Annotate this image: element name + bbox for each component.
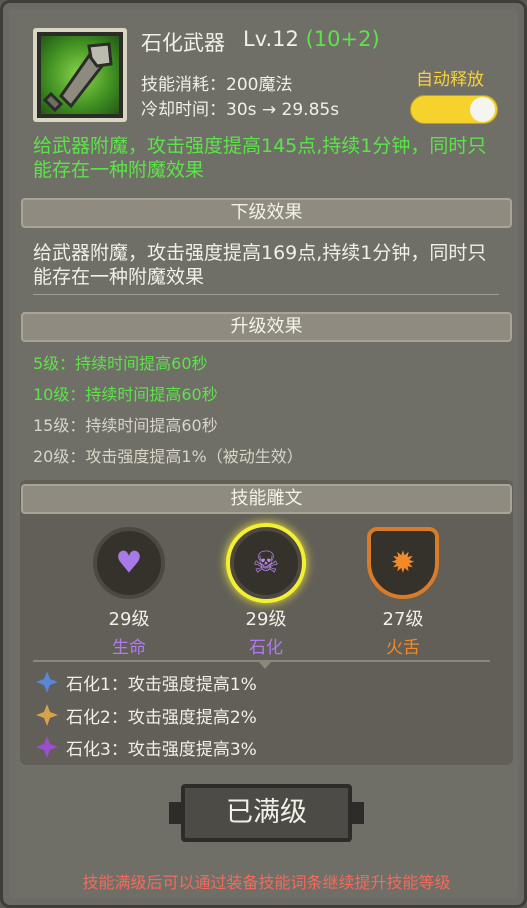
- carving-bonus: 石化1：攻击强度提高1%: [36, 669, 257, 695]
- glyph-badge: ♥: [93, 527, 165, 599]
- skill-cost: 技能消耗：200魔法: [141, 75, 293, 95]
- glyph-name: 火舌: [386, 638, 420, 658]
- upgrade-item: 20级：攻击强度提高1%（被动生效）: [33, 447, 303, 466]
- stone-weapon-icon: [33, 28, 127, 122]
- upgrade-item: 15级：持续时间提高60秒: [33, 416, 218, 435]
- max-level-label: 已满级: [226, 797, 307, 828]
- skill-level: Lv.12 (10+2): [243, 27, 380, 51]
- carving-bonus: 石化2：攻击强度提高2%: [36, 702, 257, 728]
- skill-detail-panel: 石化武器 Lv.12 (10+2) 技能消耗：200魔法 冷却时间：30s → …: [0, 0, 527, 908]
- upgrade-item: 10级：持续时间提高60秒: [33, 385, 218, 404]
- glyph-level: 29级: [108, 609, 150, 630]
- mace-icon: [42, 42, 113, 113]
- skill-level-text: Lv.12: [243, 27, 299, 51]
- carving-bonus-text: 石化3：攻击强度提高3%: [66, 739, 257, 760]
- toggle-knob: [470, 97, 495, 122]
- glyph-name: 生命: [112, 638, 146, 658]
- carving-bonus-text: 石化1：攻击强度提高1%: [66, 674, 257, 695]
- glyph-level: 29级: [245, 609, 287, 630]
- star-icon: [36, 671, 58, 693]
- skill-cooldown: 冷却时间：30s → 29.85s: [141, 100, 340, 120]
- upgrade-item: 5级：持续时间提高60秒: [33, 354, 208, 373]
- footer-note: 技能满级后可以通过装备技能词条继续提升技能等级: [82, 873, 451, 892]
- upgrade-header: 升级效果: [21, 312, 512, 342]
- star-icon: [36, 704, 58, 726]
- next-level-header: 下级效果: [21, 198, 512, 228]
- carving-bonus: 石化3：攻击强度提高3%: [36, 734, 257, 760]
- glyph-life[interactable]: ♥ 29级 生命: [84, 527, 174, 658]
- glyph-level: 27级: [382, 609, 424, 630]
- carving-bonus-text: 石化2：攻击强度提高2%: [66, 707, 257, 728]
- carving-header: 技能雕文: [21, 484, 512, 514]
- glyph-badge: ☠: [230, 527, 302, 599]
- glyph-name: 石化: [249, 638, 283, 658]
- skill-name: 石化武器: [141, 31, 225, 55]
- selection-pointer: [258, 661, 272, 669]
- glyph-fire[interactable]: ✹ 27级 火舌: [358, 527, 448, 658]
- glyph-petrify[interactable]: ☠ 29级 石化: [221, 527, 311, 658]
- current-effect-text: 给武器附魔，攻击强度提高145点,持续1分钟，同时只能存在一种附魔效果: [33, 135, 487, 181]
- flame-icon: ✹: [390, 545, 416, 581]
- divider: [33, 294, 499, 295]
- max-level-button[interactable]: 已满级: [169, 784, 364, 842]
- auto-cast-label: 自动释放: [416, 70, 484, 90]
- skill-level-bonus: (10+2): [305, 27, 380, 51]
- glyph-badge: ✹: [367, 527, 439, 599]
- icon-glow: [41, 36, 119, 114]
- button-right-ornament: [350, 802, 364, 824]
- button-left-ornament: [169, 802, 183, 824]
- next-level-text: 给武器附魔，攻击强度提高169点,持续1分钟，同时只能存在一种附魔效果: [33, 242, 487, 288]
- auto-cast-toggle[interactable]: [410, 95, 498, 124]
- skull-icon: ☠: [252, 545, 280, 581]
- star-icon: [36, 736, 58, 758]
- heart-icon: ♥: [115, 545, 143, 581]
